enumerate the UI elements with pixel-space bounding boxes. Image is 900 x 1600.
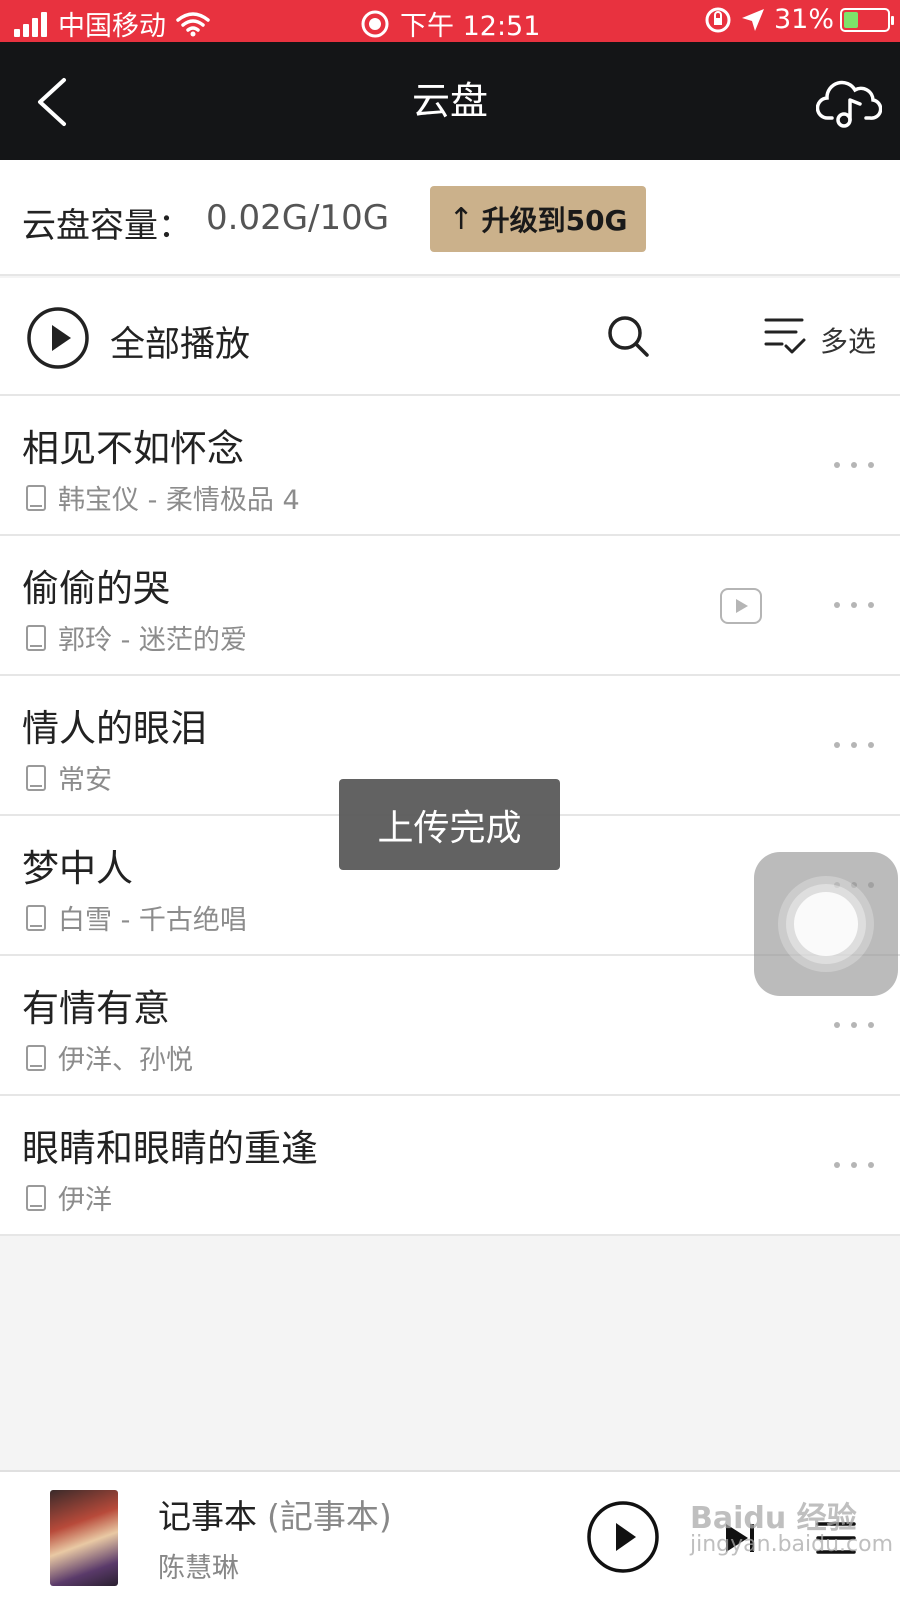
upgrade-label: 升级到50G [481,204,628,237]
multi-select-button[interactable]: 多选 [820,320,876,360]
album-cover[interactable] [50,1490,118,1586]
upload-complete-toast: 上传完成 [339,779,560,870]
now-playing-title: 记事本 (記事本) [158,1490,392,1538]
track-title: 记事本 [158,1497,257,1536]
capacity-value: 0.02G/10G [206,198,390,238]
play-icon[interactable] [586,1500,660,1574]
status-center: 下午 12:51 [360,4,540,43]
more-icon[interactable] [834,602,874,612]
watermark-main: Baidu 经验 [690,1501,857,1536]
device-icon [26,484,46,511]
clock: 下午 12:51 [400,11,541,42]
battery-icon [840,7,894,32]
song-title: 眼睛和眼睛的重逢 [22,1127,318,1170]
device-icon [26,1044,46,1071]
song-artist-album: 白雪 - 千古绝唱 [58,905,247,936]
device-icon [26,624,46,651]
song-subtitle: 韩宝仪 - 柔情极品 4 [26,478,300,517]
multi-select-icon[interactable] [764,316,808,356]
song-row[interactable]: 眼睛和眼睛的重逢 伊洋 [0,1096,900,1236]
capacity-label: 云盘容量： [22,206,192,246]
song-title: 有情有意 [22,987,170,1030]
song-title: 偷偷的哭 [22,567,170,610]
song-title: 梦中人 [22,847,133,890]
song-subtitle: 伊洋 [26,1178,112,1217]
more-icon[interactable] [834,462,874,472]
more-icon[interactable] [834,1162,874,1172]
device-icon [26,1184,46,1211]
song-row[interactable]: 相见不如怀念 韩宝仪 - 柔情极品 4 [0,396,900,536]
status-left: 中国移动 [14,4,210,43]
capacity-bar: 云盘容量： 0.02G/10G ↑ 升级到50G [0,160,900,276]
song-title: 相见不如怀念 [22,427,244,470]
arrow-up-icon: ↑ [448,201,474,237]
carrier-label: 中国移动 [58,11,166,42]
song-subtitle: 伊洋、孙悦 [26,1038,193,1077]
now-playing-artist: 陈慧琳 [158,1553,239,1584]
song-subtitle: 常安 [26,758,112,797]
song-artist-album: 伊洋 [58,1185,112,1216]
song-artist-album: 郭玲 - 迷茫的爱 [58,625,247,656]
device-icon [26,904,46,931]
more-icon[interactable] [834,1022,874,1032]
track-alt-title: (記事本) [267,1497,392,1536]
search-icon[interactable] [604,312,652,360]
song-artist-album: 伊洋、孙悦 [58,1045,193,1076]
play-circle-icon[interactable] [26,306,90,370]
list-toolbar: 全部播放 多选 [0,278,900,396]
cloud-music-icon[interactable] [816,70,882,136]
more-icon[interactable] [834,742,874,752]
record-icon [361,10,389,37]
baidu-watermark: Baidu 经验 jingyan.baidu.com [690,1501,894,1558]
device-icon [26,764,46,791]
mv-icon[interactable] [720,588,762,624]
play-all-button[interactable]: 全部播放 [110,316,250,367]
nav-bar: 云盘 [0,42,900,160]
orientation-lock-icon [705,7,731,32]
page-title: 云盘 [411,79,488,123]
watermark-url: jingyan.baidu.com [690,1532,894,1557]
wifi-icon [176,11,210,36]
signal-icon [14,11,50,37]
song-artist-album: 韩宝仪 - 柔情极品 4 [58,485,300,516]
song-subtitle: 白雪 - 千古绝唱 [26,898,247,937]
song-row[interactable]: 偷偷的哭 郭玲 - 迷茫的爱 [0,536,900,676]
song-title: 情人的眼泪 [22,707,207,750]
status-bar: 中国移动 下午 12:51 31% [0,0,900,42]
battery-percent: 31% [773,4,834,35]
song-subtitle: 郭玲 - 迷茫的爱 [26,618,247,657]
status-right: 31% [704,4,894,35]
upgrade-button[interactable]: ↑ 升级到50G [430,186,646,252]
location-icon [741,8,764,31]
song-artist-album: 常安 [58,765,112,796]
assistive-touch-button[interactable] [754,852,898,996]
